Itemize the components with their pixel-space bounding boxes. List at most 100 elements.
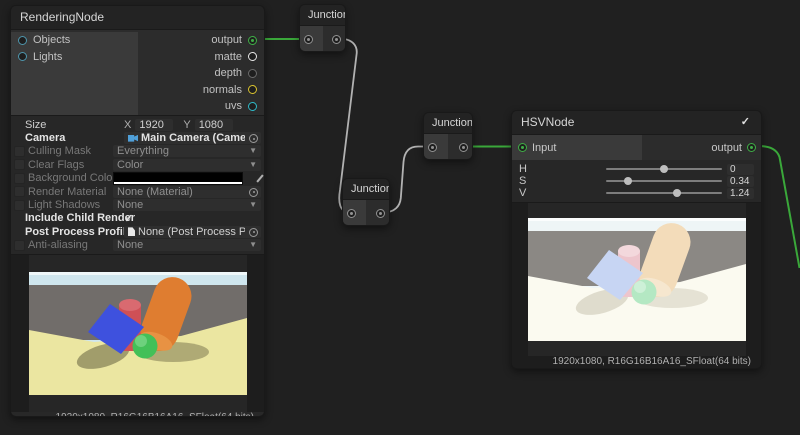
prop-row-camera: Camera Main Camera (Camera) xyxy=(11,131,264,144)
clear-flags-label: Clear Flags xyxy=(28,159,113,171)
culling-mask-label: Culling Mask xyxy=(28,145,113,157)
junction1-input-port[interactable] xyxy=(304,35,313,44)
node-junction-2[interactable]: Junction xyxy=(342,178,390,226)
node-hsv[interactable]: HSVNode ✓ Input output H 0 S xyxy=(511,110,762,369)
prop-row-culling-mask: Culling Mask Everything ▼ xyxy=(11,145,264,158)
chevron-down-icon: ▼ xyxy=(249,239,257,251)
lights-port[interactable] xyxy=(18,52,27,61)
s-slider-handle[interactable] xyxy=(624,177,632,185)
include-child-renderers-label: Include Child Renderers xyxy=(25,212,135,224)
camera-label: Camera xyxy=(25,132,124,144)
post-process-profile-object-field[interactable]: None (Post Process Profile) xyxy=(124,226,261,238)
hsv-preview-image xyxy=(528,218,746,341)
s-slider-label: S xyxy=(519,175,533,187)
include-child-renderers-checkbox[interactable]: ✓ xyxy=(124,212,133,225)
size-x-field[interactable]: 1920 xyxy=(135,119,173,131)
hsv-preview-frame xyxy=(528,203,746,356)
junction2-output-port[interactable] xyxy=(376,209,385,218)
v-slider-handle[interactable] xyxy=(673,189,681,197)
prop-row-anti-aliasing: Anti-aliasing None ▼ xyxy=(11,239,264,252)
light-shadows-dropdown[interactable]: None ▼ xyxy=(113,199,261,211)
camera-object-field[interactable]: Main Camera (Camera) xyxy=(124,132,261,144)
v-slider-label: V xyxy=(519,187,533,199)
render-material-picker-icon[interactable] xyxy=(249,188,258,197)
uvs-port[interactable] xyxy=(248,102,257,111)
render-material-value: None (Material) xyxy=(117,186,193,198)
objects-port[interactable] xyxy=(18,36,27,45)
render-material-object-field[interactable]: None (Material) xyxy=(113,186,261,198)
port-row-output: output xyxy=(138,32,264,49)
h-slider-label: H xyxy=(519,163,533,175)
hsv-titlebar[interactable]: HSVNode ✓ xyxy=(512,111,761,135)
h-slider-track[interactable] xyxy=(606,168,722,170)
hsv-preview-label: 1920x1080, R16G16B16A16_SFloat(64 bits) xyxy=(512,356,761,368)
culling-mask-dropdown[interactable]: Everything ▼ xyxy=(113,145,261,157)
hsv-input-port[interactable] xyxy=(518,143,527,152)
size-y-label: Y xyxy=(183,119,190,131)
port-row-normals: normals xyxy=(138,82,264,99)
camera-value: Main Camera (Camera) xyxy=(141,132,245,144)
culling-mask-value: Everything xyxy=(117,145,169,157)
junction3-input-port[interactable] xyxy=(428,143,437,152)
anti-aliasing-dropdown[interactable]: None ▼ xyxy=(113,239,261,251)
light-shadows-value: None xyxy=(117,199,143,211)
v-slider-track[interactable] xyxy=(606,192,722,194)
slider-row-s: S 0.34 xyxy=(519,175,754,187)
node-rendering-titlebar[interactable]: RenderingNode xyxy=(11,6,264,30)
edge-hsv-output[interactable] xyxy=(758,146,800,268)
node-rendering[interactable]: RenderingNode Objects Lights output xyxy=(10,5,265,417)
depth-port[interactable] xyxy=(248,69,257,78)
rendering-preview-section: 1920x1080, R16G16B16A16_SFloat(64 bits) xyxy=(11,254,264,412)
rendering-input-panel: Objects Lights xyxy=(11,32,138,115)
clear-flags-dropdown[interactable]: Color ▼ xyxy=(113,159,261,171)
chevron-down-icon: ▼ xyxy=(249,159,257,171)
matte-port[interactable] xyxy=(248,52,257,61)
post-process-profile-picker-icon[interactable] xyxy=(249,228,258,237)
rendering-output-panel: output matte depth normals uvs xyxy=(138,32,264,115)
eyedropper-icon[interactable] xyxy=(256,174,263,182)
hsv-output-port[interactable] xyxy=(747,143,756,152)
background-color-checkbox[interactable] xyxy=(14,173,25,184)
output-port-label: output xyxy=(211,34,242,46)
node-junction-3[interactable]: Junction xyxy=(423,112,473,160)
rendering-preview-frame xyxy=(29,255,247,412)
post-process-profile-label: Post Process Profile xyxy=(25,226,124,238)
graph-canvas[interactable]: RenderingNode Objects Lights output xyxy=(0,0,800,435)
light-shadows-checkbox[interactable] xyxy=(14,200,25,211)
objects-port-label: Objects xyxy=(33,34,70,46)
port-row-objects: Objects xyxy=(11,32,138,49)
junction2-titlebar[interactable]: Junction xyxy=(343,179,389,200)
render-material-checkbox[interactable] xyxy=(14,186,25,197)
clear-flags-checkbox[interactable] xyxy=(14,159,25,170)
h-slider-handle[interactable] xyxy=(660,165,668,173)
prop-row-render-material: Render Material None (Material) xyxy=(11,185,264,198)
junction2-input-port[interactable] xyxy=(347,209,356,218)
lights-port-label: Lights xyxy=(33,51,62,63)
s-value-field[interactable]: 0.34 xyxy=(727,176,754,187)
h-value-field[interactable]: 0 xyxy=(727,164,754,175)
culling-mask-checkbox[interactable] xyxy=(14,146,25,157)
output-port[interactable] xyxy=(248,36,257,45)
junction2-ports xyxy=(343,200,389,226)
junction3-output-port[interactable] xyxy=(459,143,468,152)
chevron-down-icon: ▼ xyxy=(249,199,257,211)
post-process-profile-value: None (Post Process Profile) xyxy=(138,226,245,238)
anti-aliasing-checkbox[interactable] xyxy=(14,240,25,251)
rendering-properties: Size X 1920 Y 1080 Camera Main Camera (C… xyxy=(11,115,264,254)
junction1-titlebar[interactable]: Junction xyxy=(300,5,345,26)
v-value-field[interactable]: 1.24 xyxy=(727,188,754,199)
background-color-swatch[interactable] xyxy=(113,172,243,185)
normals-port[interactable] xyxy=(248,85,257,94)
junction1-ports xyxy=(300,26,345,52)
normals-port-label: normals xyxy=(203,84,242,96)
hsv-enabled-checkbox[interactable]: ✓ xyxy=(741,111,750,134)
size-y-field[interactable]: 1080 xyxy=(195,119,233,131)
s-slider-track[interactable] xyxy=(606,180,722,182)
node-junction-1[interactable]: Junction xyxy=(299,4,346,52)
prop-row-size: Size X 1920 Y 1080 xyxy=(11,118,264,131)
junction3-titlebar[interactable]: Junction xyxy=(424,113,472,134)
junction3-ports xyxy=(424,134,472,160)
camera-object-picker-icon[interactable] xyxy=(249,134,258,143)
junction1-output-port[interactable] xyxy=(332,35,341,44)
render-material-label: Render Material xyxy=(28,186,113,198)
